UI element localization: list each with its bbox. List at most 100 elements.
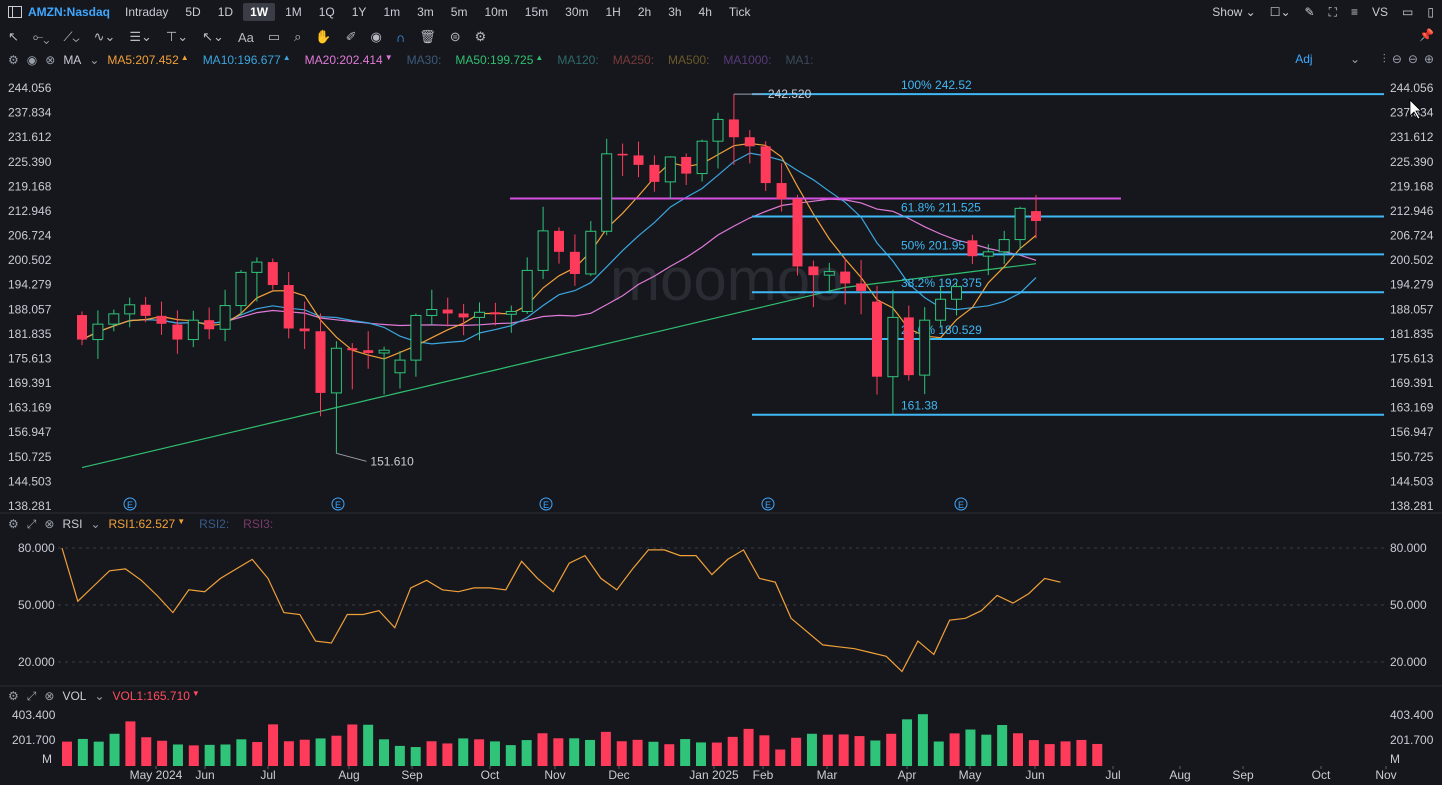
ma-indicator-name[interactable]: MA — [63, 53, 81, 67]
gear-icon[interactable]: ⚙ — [8, 689, 19, 703]
settings-icon[interactable]: ⚙ — [475, 29, 487, 45]
gear-icon[interactable]: ⚙ — [8, 517, 19, 531]
volume-bar — [616, 741, 627, 766]
timeframe-tab[interactable]: 4h — [692, 3, 719, 21]
close-icon[interactable]: ⊗ — [45, 53, 55, 67]
trash-icon[interactable]: 🗑 — [419, 29, 436, 45]
price-tick-right: 175.613 — [1390, 351, 1434, 365]
symbol-selector[interactable]: AMZN:Nasdaq — [8, 5, 110, 19]
expand-icon[interactable]: ⤢ — [27, 517, 37, 532]
timeframe-tab[interactable]: 1M — [278, 3, 309, 21]
candle-body — [903, 317, 914, 376]
draw-icon[interactable]: ✎ — [1305, 5, 1315, 19]
timeframe-tab[interactable]: 5m — [444, 3, 475, 21]
indicator-value-label: RSI2: — [199, 517, 230, 531]
ma5-line — [81, 142, 1037, 360]
book-icon[interactable]: ▭ — [1402, 5, 1413, 19]
symbol-label: AMZN:Nasdaq — [28, 5, 111, 19]
fib-tool-icon[interactable]: ☰⌄ — [129, 29, 152, 45]
wave-tool-icon[interactable]: ∿⌄ — [94, 29, 116, 45]
vol-indicator-name[interactable]: VOL — [62, 689, 86, 703]
volume-bar — [997, 725, 1008, 766]
volume-bar — [172, 744, 183, 766]
layout-icon[interactable]: ▯ — [1427, 5, 1434, 19]
minus-icon[interactable]: ⊖ — [1392, 52, 1402, 67]
timeframe-tab[interactable]: 1m — [376, 3, 407, 21]
show-dropdown[interactable]: Show ⌄ — [1212, 5, 1255, 19]
candle-body — [363, 350, 374, 353]
candle-body — [442, 309, 453, 314]
volume-bar — [489, 741, 500, 766]
zoom-icon[interactable]: ⌕ — [294, 29, 301, 45]
ma-value-list: MA5:207.452 ▲ MA10:196.677 ▲ MA20:202.414 ▼ MA… — [107, 53, 813, 67]
pen-icon[interactable]: ✐ — [346, 29, 357, 45]
volume-bar — [394, 745, 405, 766]
earnings-marker-label: E — [958, 500, 964, 510]
plus-icon[interactable]: ⊕ — [1424, 52, 1434, 67]
cursor-icon[interactable]: ↖ — [8, 29, 19, 45]
line-tool-icon[interactable]: ⟜⌄ — [33, 29, 50, 45]
volume-bar — [680, 739, 691, 766]
timeframe-tab[interactable]: 1Y — [345, 3, 374, 21]
arrow-tool-icon[interactable]: ↖⌄ — [202, 29, 224, 45]
timeframe-tab[interactable]: 3h — [661, 3, 688, 21]
magnet-icon[interactable]: ∩ — [396, 30, 405, 45]
timeframe-tab[interactable]: Intraday — [118, 3, 175, 21]
timeframe-tab[interactable]: 5D — [178, 3, 207, 21]
comment-icon[interactable]: ▭ — [268, 29, 280, 45]
rsi-indicator-name[interactable]: RSI — [62, 517, 82, 531]
timeframe-tab[interactable]: 1H — [598, 3, 627, 21]
volume-bar — [537, 733, 548, 766]
close-icon[interactable]: ⊗ — [44, 517, 54, 531]
volume-bar — [775, 749, 786, 766]
chart-type-icon[interactable]: ☐⌄ — [1270, 5, 1291, 19]
drawing-toolbar: ↖ ⟜⌄ ⟋⌄ ∿⌄ ☰⌄ ⊤⌄ ↖⌄ Aa ▭ ⌕ ✋ ✐ ◉ ∩ 🗑 ⊜ ⚙ — [0, 26, 1442, 48]
pin-icon[interactable]: 📌 — [1419, 28, 1434, 42]
price-tick-left: 188.057 — [8, 302, 52, 316]
adj-label: Adj — [1295, 52, 1313, 66]
timeframe-tab[interactable]: 3m — [410, 3, 441, 21]
timeframe-tab[interactable]: 1W — [243, 3, 276, 21]
trend-arrow-icon: ▼ — [384, 53, 393, 62]
eye-off-icon[interactable]: ◉ — [27, 53, 37, 67]
expand-icon[interactable]: ⤢ — [27, 689, 37, 704]
candle-body — [982, 251, 994, 257]
price-chart[interactable]: 244.056 244.056 237.834 237.834 231.612 231.6… — [0, 0, 1442, 785]
text-tool-icon[interactable]: Aa — [238, 30, 254, 45]
price-tick-left: 181.835 — [8, 327, 52, 341]
measure-tool-icon[interactable]: ⊤⌄ — [166, 29, 188, 45]
vs-button[interactable]: VS — [1372, 5, 1388, 19]
sync-icon[interactable]: ⊜ — [450, 29, 461, 45]
volume-bar — [109, 733, 120, 766]
volume-bar — [252, 742, 263, 766]
x-month-label: Apr — [898, 768, 917, 782]
trend-tool-icon[interactable]: ⟋⌄ — [63, 29, 79, 45]
timeframe-tab[interactable]: 30m — [558, 3, 595, 21]
chart-icon[interactable]: ⫶ — [1383, 52, 1386, 67]
timeframe-tab[interactable]: 2h — [631, 3, 658, 21]
close-icon[interactable]: ⊗ — [44, 689, 54, 703]
timeframe-tab[interactable]: 1D — [211, 3, 240, 21]
volume-bar — [886, 733, 897, 766]
candle-body — [537, 230, 549, 271]
fullscreen-icon[interactable]: ⛶ — [1329, 5, 1337, 20]
minimize-icon[interactable]: ⊖ — [1408, 52, 1418, 67]
candle-body — [505, 310, 517, 315]
menu-icon[interactable]: ≡ — [1351, 5, 1358, 19]
eye-icon[interactable]: ◉ — [371, 29, 382, 45]
hand-icon[interactable]: ✋ — [315, 29, 331, 45]
timeframe-tab[interactable]: 15m — [518, 3, 555, 21]
x-month-label: Jun — [195, 768, 214, 782]
timeframe-tab[interactable]: Tick — [722, 3, 758, 21]
candle-body — [490, 312, 501, 315]
candle-body — [967, 240, 978, 257]
fib-level-label: 100% 242.52 — [901, 78, 972, 92]
volume-bar — [157, 740, 168, 766]
gear-icon[interactable]: ⚙ — [8, 53, 19, 67]
timeframe-tab[interactable]: 1Q — [312, 3, 342, 21]
watermark: moomoo — [610, 246, 843, 313]
price-tick-right: 225.390 — [1390, 155, 1434, 169]
candle-body — [219, 305, 231, 330]
adj-dropdown[interactable]: Adj ⌄ — [1295, 52, 1360, 66]
timeframe-tab[interactable]: 10m — [477, 3, 514, 21]
